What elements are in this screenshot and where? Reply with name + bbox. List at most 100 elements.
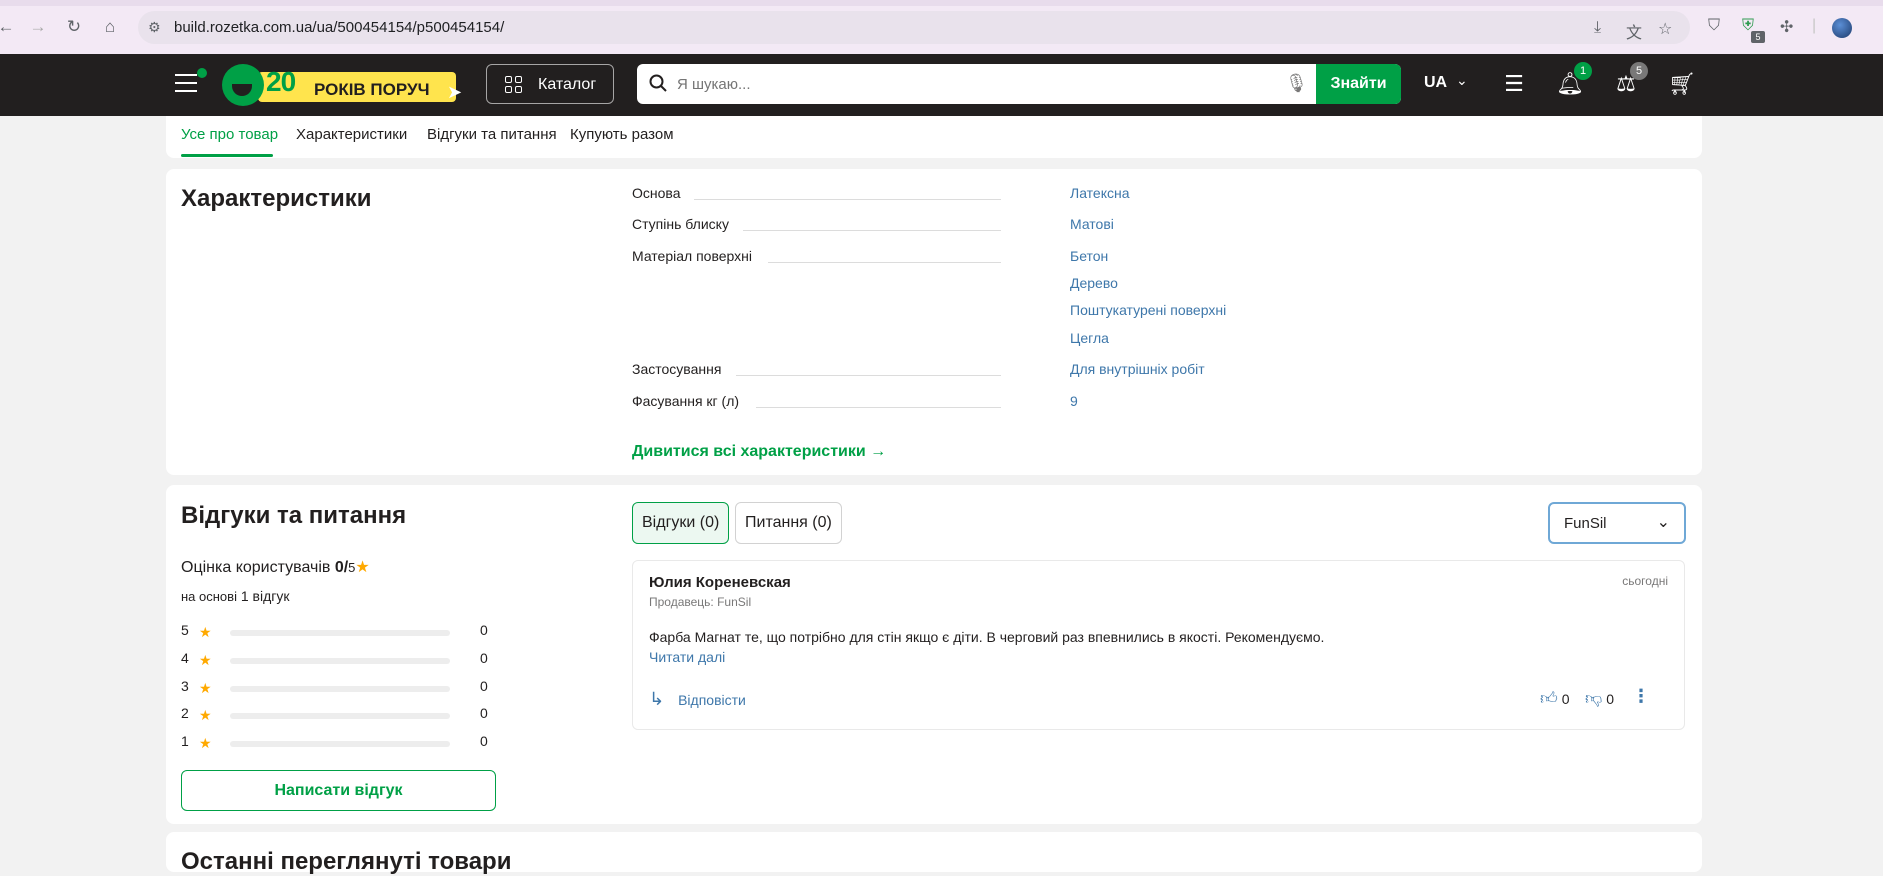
all-characteristics-link[interactable]: Дивитися всі характеристики →: [632, 443, 886, 461]
catalog-label: Каталог: [538, 76, 597, 93]
char-value[interactable]: 9: [1070, 393, 1078, 409]
rating-bar: [230, 713, 450, 719]
chevron-down-icon[interactable]: ⌄: [1456, 72, 1468, 89]
rating-bar: [230, 741, 450, 747]
tab-reviews-questions[interactable]: Відгуки та питання: [427, 126, 557, 143]
char-value[interactable]: Бетон: [1070, 248, 1108, 264]
address-bar[interactable]: ⚙ build.rozetka.com.ua/ua/500454154/p500…: [138, 11, 1690, 44]
rating-bar: [230, 658, 450, 664]
install-app-icon[interactable]: ⤓: [1594, 19, 1601, 37]
characteristics-title: Характеристики: [181, 185, 372, 212]
logo-text: РОКІВ ПОРУЧ: [314, 80, 430, 99]
cart-icon[interactable]: 🛒︎: [1668, 70, 1696, 98]
menu-notification-dot: [197, 68, 207, 78]
microphone-icon[interactable]: 🎙: [1285, 73, 1308, 94]
rating-star-icon: ★: [355, 559, 370, 576]
orders-list-icon[interactable]: ☰: [1500, 70, 1528, 98]
site-settings-icon[interactable]: ⚙: [148, 19, 161, 36]
char-value[interactable]: Матові: [1070, 216, 1114, 232]
toolbar-divider: |: [1812, 17, 1817, 34]
rating-distribution-row: 5 ★ 0: [181, 622, 488, 640]
active-tab-indicator: [181, 154, 273, 157]
write-review-button[interactable]: Написати відгук: [181, 770, 496, 811]
reply-button[interactable]: ↳ Відповісти: [649, 689, 746, 710]
reload-icon[interactable]: ↻: [64, 17, 84, 37]
rating-basis: на основі 1 відгук: [181, 588, 289, 604]
home-icon[interactable]: ⌂: [100, 17, 120, 37]
recently-viewed-title: Останні переглянуті товари: [181, 848, 512, 875]
reply-label: Відповісти: [678, 692, 746, 708]
comparison-badge: 5: [1630, 62, 1648, 80]
rozetka-logo[interactable]: 20 РОКІВ ПОРУЧ: [222, 62, 458, 108]
reply-arrow-icon: ↳: [649, 689, 665, 709]
char-name: Матеріал поверхні: [632, 248, 766, 264]
bookmark-star-icon[interactable]: ☆: [1658, 19, 1672, 39]
catalog-button[interactable]: Каталог: [486, 64, 614, 104]
mouse-cursor-icon: ➤: [447, 82, 463, 102]
star-level: 4: [181, 650, 189, 666]
url-text[interactable]: build.rozetka.com.ua/ua/500454154/p50045…: [174, 19, 504, 36]
catalog-grid-icon: [505, 76, 523, 94]
profile-avatar[interactable]: [1832, 18, 1852, 38]
review-text: Фарба Магнат те, що потрібно для стін як…: [649, 629, 1325, 645]
char-name: Ступінь блиску: [632, 216, 743, 232]
tab-reviews-count[interactable]: Відгуки (0): [632, 502, 730, 544]
review-card: Юлия Кореневская Продавець: FunSil сього…: [632, 560, 1685, 730]
tab-characteristics[interactable]: Характеристики: [296, 126, 407, 143]
language-selector[interactable]: UA: [1424, 74, 1447, 92]
shield-extension-icon[interactable]: ⛉: [1708, 17, 1720, 35]
rating-bar: [230, 630, 450, 636]
back-icon[interactable]: ←: [0, 17, 16, 37]
star-count: 0: [480, 650, 488, 666]
dislike-button[interactable]: 👎︎ 0: [1585, 688, 1614, 709]
char-value[interactable]: Для внутрішніх робіт: [1070, 361, 1205, 377]
extensions-puzzle-icon[interactable]: ✣: [1780, 17, 1793, 37]
read-more-link[interactable]: Читати далі: [649, 649, 725, 665]
product-tabs: Усе про товар Характеристики Відгуки та …: [166, 116, 1702, 158]
site-header: 20 РОКІВ ПОРУЧ Каталог 🎙 Знайти UA ⌄ ☰ 🔔…: [0, 54, 1883, 116]
review-date: сьогодні: [1622, 574, 1668, 588]
review-seller: Продавець: FunSil: [649, 595, 752, 609]
search-button[interactable]: Знайти: [1316, 64, 1401, 104]
rating-distribution-row: 4 ★ 0: [181, 650, 488, 668]
search-form: 🎙 Знайти: [637, 64, 1401, 104]
char-name: Фасування кг (л): [632, 393, 754, 409]
star-count: 0: [480, 622, 488, 638]
rating-distribution-row: 2 ★ 0: [181, 705, 488, 723]
tab-strip: [0, 0, 1883, 6]
browser-toolbar: ← → ↻ ⌂ ⚙ build.rozetka.com.ua/ua/500454…: [0, 0, 1883, 54]
based-on-prefix: на основі: [181, 589, 237, 604]
tab-questions-count[interactable]: Питання (0): [735, 502, 842, 544]
tab-bought-together[interactable]: Купують разом: [570, 126, 674, 143]
seller-filter-select[interactable]: FunSil ⌄: [1548, 502, 1686, 544]
like-count: 0: [1561, 691, 1570, 707]
like-button[interactable]: 👍︎ 0: [1540, 688, 1570, 709]
thumbs-up-icon: 👍︎: [1540, 689, 1558, 708]
search-input[interactable]: [677, 73, 1277, 95]
logo-number: 20: [266, 66, 296, 97]
dislike-count: 0: [1606, 691, 1615, 707]
char-value[interactable]: Поштукатурені поверхні: [1070, 302, 1226, 318]
forward-icon[interactable]: →: [28, 17, 48, 37]
char-value[interactable]: Латексна: [1070, 185, 1130, 201]
menu-burger-icon[interactable]: [175, 68, 207, 94]
rating-distribution-row: 3 ★ 0: [181, 678, 488, 696]
reviews-section: Відгуки та питання Оцінка користувачів 0…: [166, 485, 1702, 824]
translate-icon[interactable]: 文: [1626, 19, 1642, 43]
reviews-title: Відгуки та питання: [181, 502, 407, 529]
more-options-icon[interactable]: ⋮: [1632, 686, 1650, 707]
char-value[interactable]: Цегла: [1070, 330, 1109, 346]
characteristics-section: Характеристики Основа Латексна Ступінь б…: [166, 169, 1702, 475]
chevron-down-icon: ⌄: [1656, 514, 1670, 531]
star-icon: ★: [199, 652, 212, 668]
star-count: 0: [480, 733, 488, 749]
star-level: 5: [181, 622, 189, 638]
char-name: Основа: [632, 185, 695, 201]
tab-all-about-product[interactable]: Усе про товар: [181, 126, 278, 143]
thumbs-down-icon: 👎︎: [1585, 689, 1603, 708]
char-value[interactable]: Дерево: [1070, 275, 1118, 291]
star-count: 0: [480, 678, 488, 694]
star-icon: ★: [199, 707, 212, 723]
seller-filter-value: FunSil: [1564, 515, 1607, 532]
extension-badge: 5: [1751, 31, 1765, 43]
